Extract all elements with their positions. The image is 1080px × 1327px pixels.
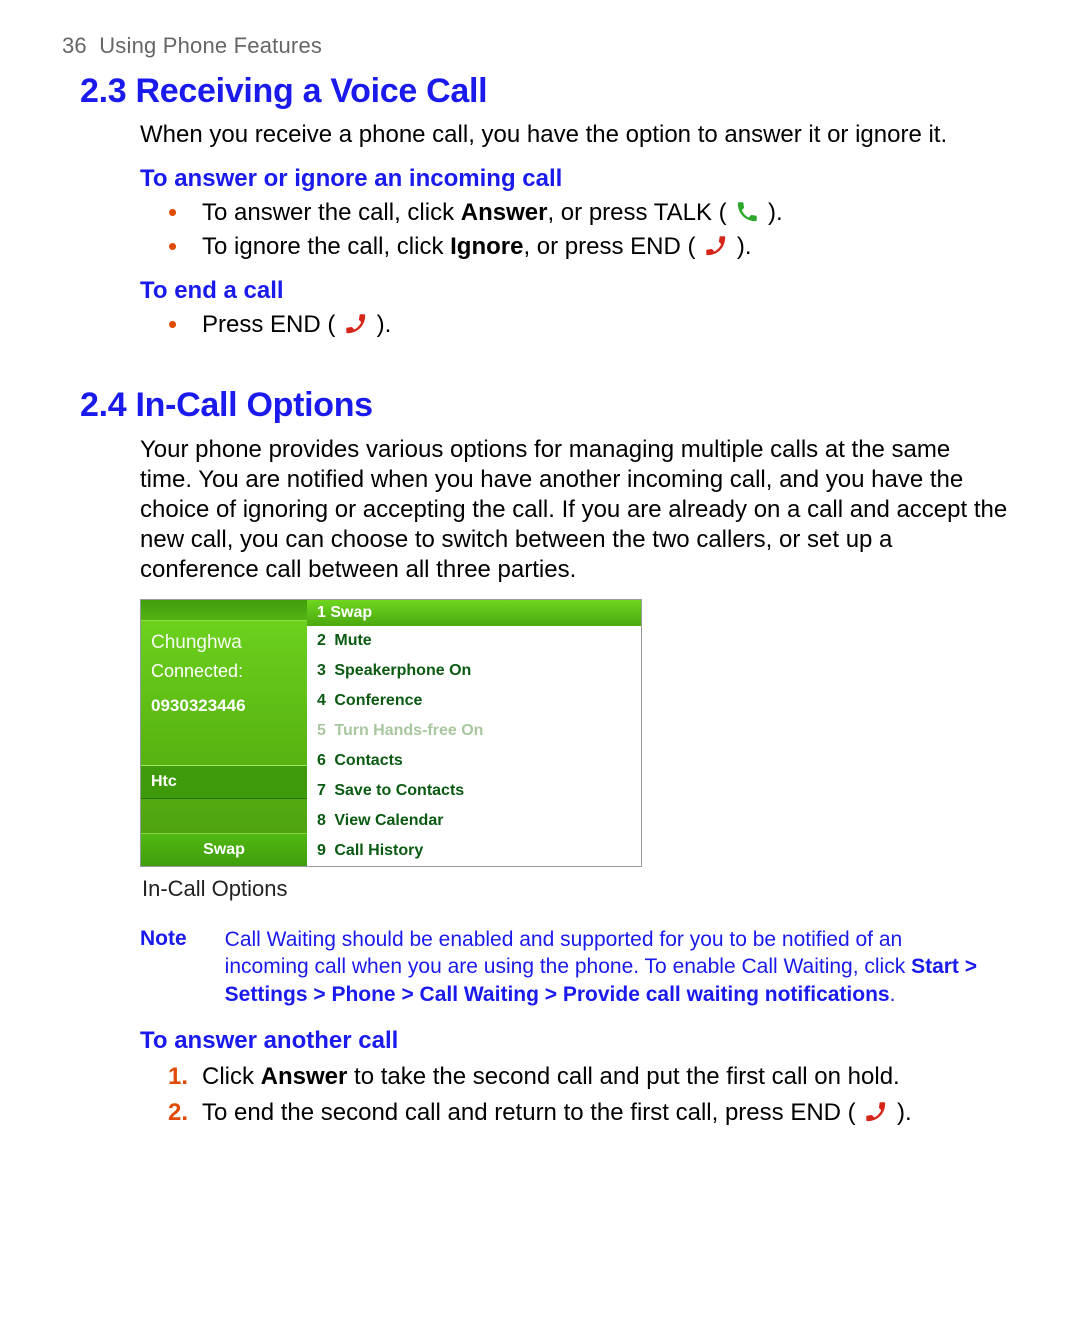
page: 36 Using Phone Features 2.3 Receiving a … bbox=[0, 0, 1080, 1198]
contact-name-bar: Htc bbox=[141, 765, 307, 799]
end-red-phone-icon bbox=[865, 1101, 887, 1123]
end-red-phone-icon bbox=[705, 235, 727, 257]
step-1: Click Answer to take the second call and… bbox=[202, 1062, 1008, 1092]
note-text: Call Waiting should be enabled and suppo… bbox=[225, 926, 985, 1008]
section-2-3-title: 2.3 Receiving a Voice Call bbox=[80, 70, 1018, 113]
menu-item-mute: 2 Mute bbox=[307, 626, 641, 656]
step-2: To end the second call and return to the… bbox=[202, 1098, 1008, 1128]
connected-label: Connected: bbox=[141, 654, 307, 683]
bullet-list-end-call: Press END ( ). bbox=[140, 310, 1008, 340]
section-2-4-body: Your phone provides various options for … bbox=[140, 435, 1008, 1128]
in-call-menu: 1 Swap 2 Mute 3 Speakerphone On 4 Confer… bbox=[307, 600, 641, 866]
menu-item-save-contacts: 7 Save to Contacts bbox=[307, 776, 641, 806]
carrier-label: Chunghwa bbox=[141, 621, 307, 655]
running-header: 36 Using Phone Features bbox=[62, 32, 1018, 60]
section-2-3-body: When you receive a phone call, you have … bbox=[140, 120, 1008, 340]
subhead-answer-another: To answer another call bbox=[140, 1026, 1008, 1056]
note-label: Note bbox=[140, 926, 218, 952]
section-2-4-intro: Your phone provides various options for … bbox=[140, 435, 1008, 585]
subhead-end-call: To end a call bbox=[140, 276, 1008, 306]
bullet-answer: To answer the call, click Answer, or pre… bbox=[202, 198, 1008, 228]
menu-item-view-calendar: 8 View Calendar bbox=[307, 806, 641, 836]
steps-answer-another: Click Answer to take the second call and… bbox=[140, 1062, 1008, 1128]
subhead-answer-ignore: To answer or ignore an incoming call bbox=[140, 164, 1008, 194]
page-number: 36 bbox=[62, 33, 87, 58]
menu-item-speakerphone: 3 Speakerphone On bbox=[307, 656, 641, 686]
phone-left-panel: Chunghwa Connected: 0930323446 Htc Swap bbox=[141, 600, 307, 866]
menu-item-swap: 1 Swap bbox=[307, 600, 641, 626]
end-red-phone-icon bbox=[345, 313, 367, 335]
menu-item-contacts: 6 Contacts bbox=[307, 746, 641, 776]
bullet-ignore: To ignore the call, click Ignore, or pre… bbox=[202, 232, 1008, 262]
menu-item-call-history: 9 Call History bbox=[307, 836, 641, 866]
running-title: Using Phone Features bbox=[99, 33, 322, 58]
talk-green-phone-icon bbox=[736, 201, 758, 223]
soft-key-swap: Swap bbox=[141, 833, 307, 866]
note-block: Note Call Waiting should be enabled and … bbox=[140, 926, 1008, 1008]
in-call-screenshot: Chunghwa Connected: 0930323446 Htc Swap … bbox=[140, 599, 1008, 903]
menu-item-handsfree: 5 Turn Hands-free On bbox=[307, 716, 641, 746]
bullet-end-call: Press END ( ). bbox=[202, 310, 1008, 340]
section-2-3-intro: When you receive a phone call, you have … bbox=[140, 120, 1008, 150]
phone-status-bar bbox=[141, 600, 307, 621]
phone-number: 0930323446 bbox=[141, 683, 307, 716]
bullet-list-answer-ignore: To answer the call, click Answer, or pre… bbox=[140, 198, 1008, 262]
screenshot-caption: In-Call Options bbox=[142, 875, 1008, 903]
section-2-4-title: 2.4 In-Call Options bbox=[80, 384, 1018, 427]
menu-item-conference: 4 Conference bbox=[307, 686, 641, 716]
phone-screen: Chunghwa Connected: 0930323446 Htc Swap … bbox=[140, 599, 642, 867]
